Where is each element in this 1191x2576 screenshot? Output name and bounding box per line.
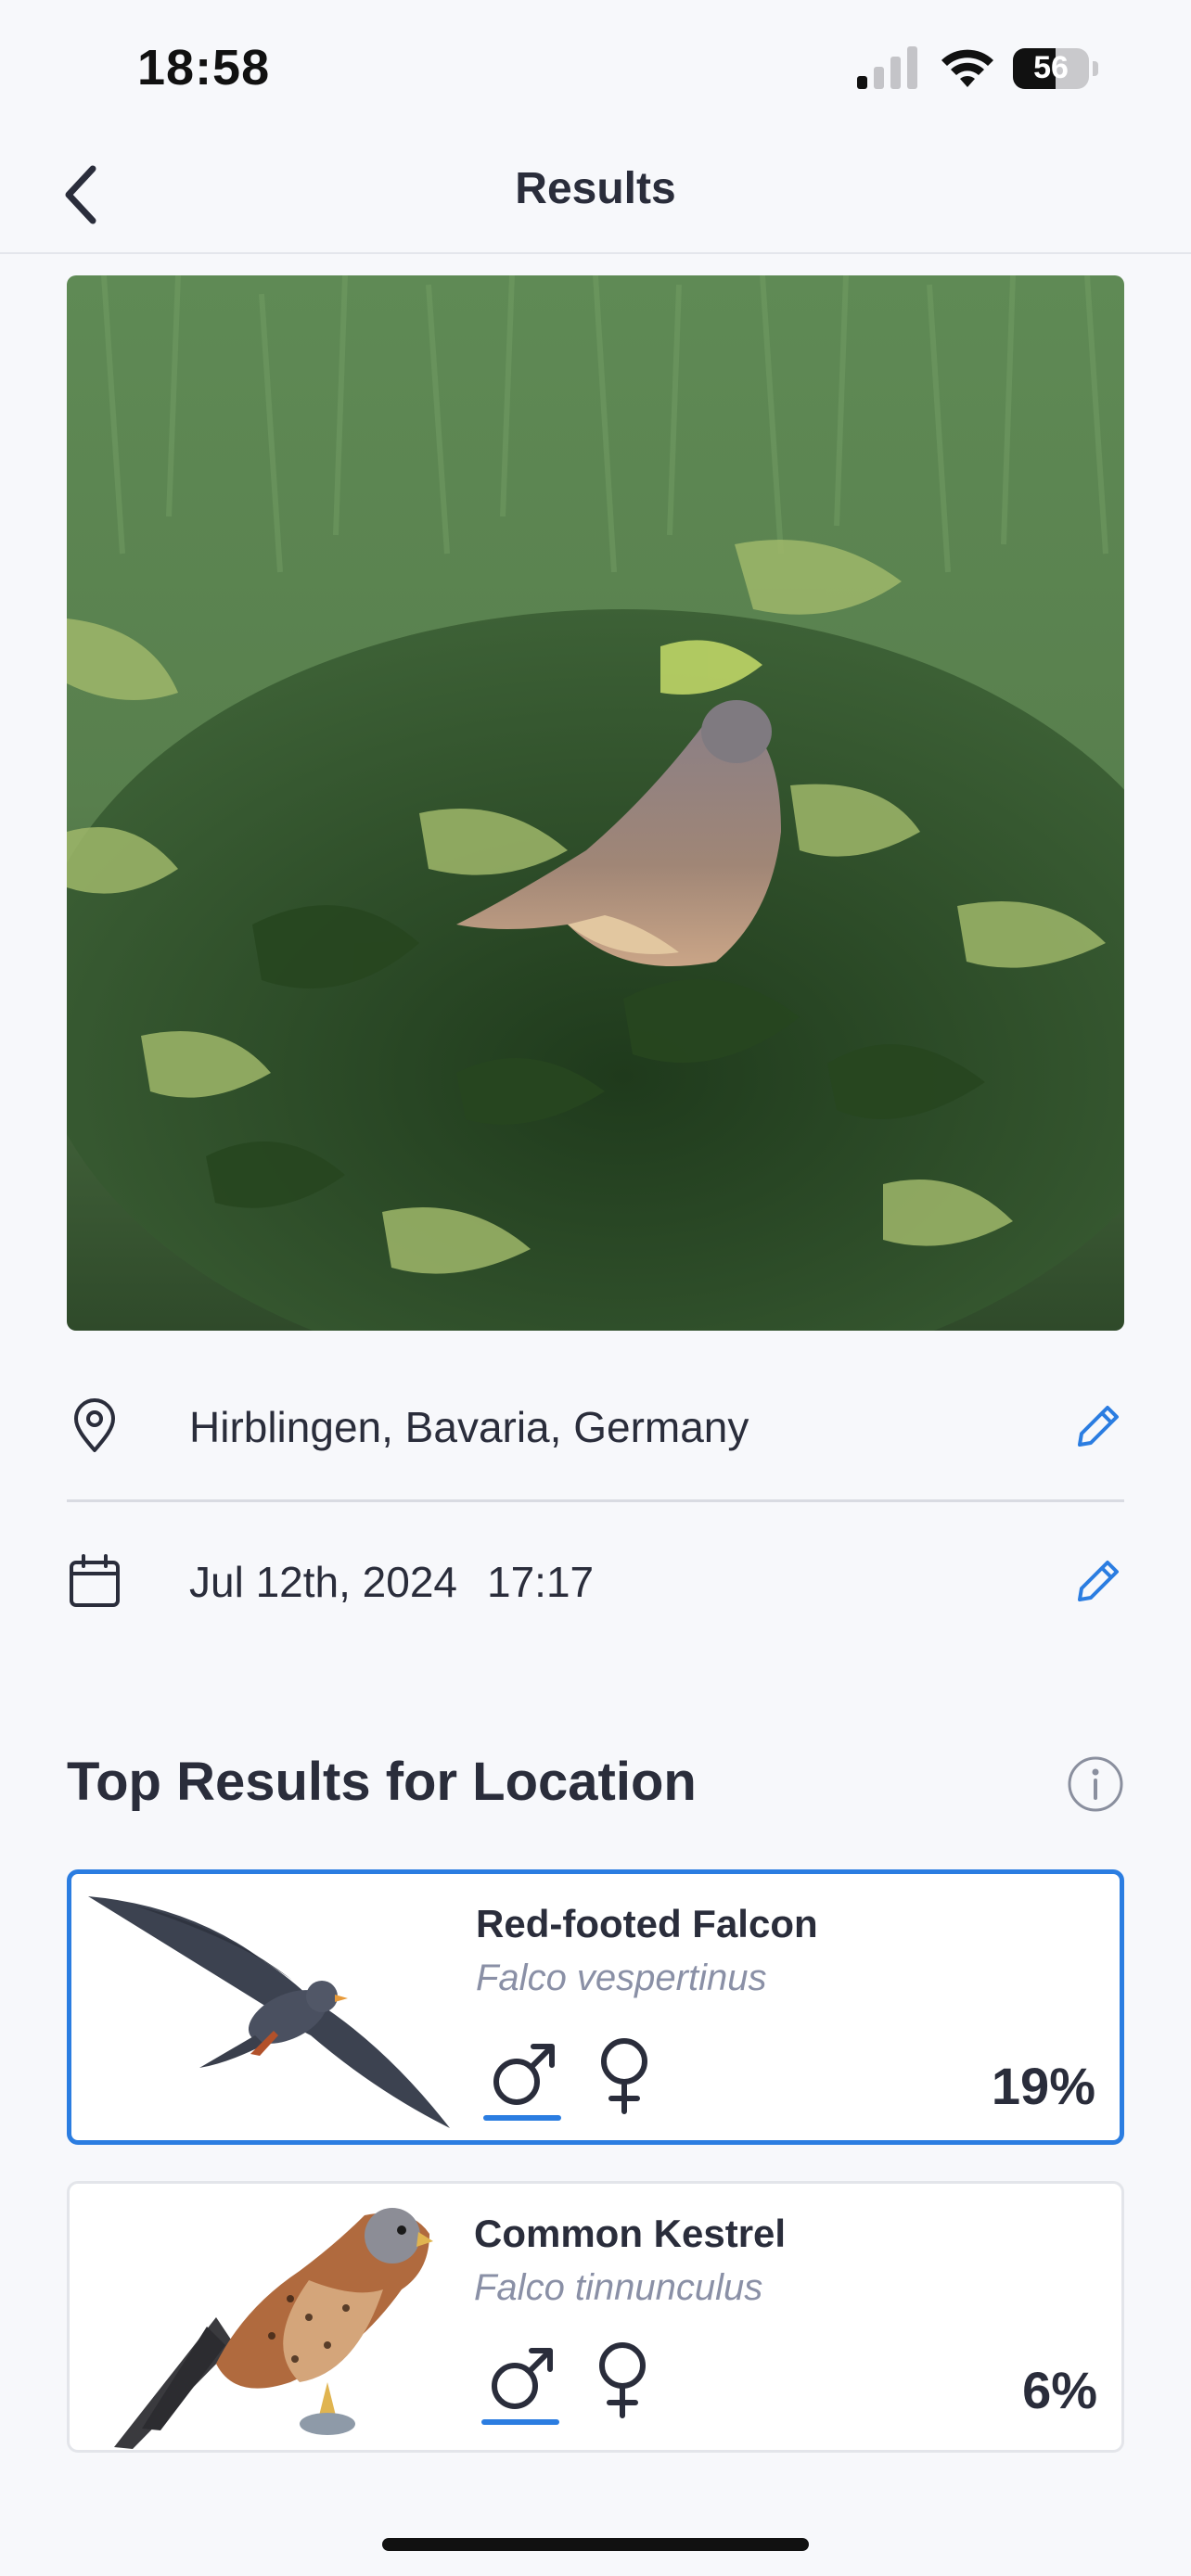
female-symbol-icon[interactable]: [587, 2034, 661, 2117]
scientific-name: Falco vespertinus: [476, 1958, 767, 1998]
status-time: 18:58: [137, 40, 271, 96]
selected-sex-underline: [483, 2115, 561, 2121]
cellular-signal-icon: [857, 46, 917, 89]
location-text: Hirblingen, Bavaria, Germany: [189, 1403, 749, 1451]
edit-date-pencil-icon[interactable]: [1072, 1555, 1124, 1607]
wifi-icon: [941, 49, 993, 87]
selected-sex-underline: [481, 2419, 559, 2425]
calendar-icon: [70, 1554, 120, 1607]
male-symbol-icon[interactable]: [487, 2034, 561, 2117]
date-time-text: Jul 12th, 2024 17:17: [189, 1557, 594, 1607]
match-percentage: 6%: [1022, 2361, 1097, 2419]
info-icon[interactable]: [1067, 1755, 1124, 1813]
observation-photo[interactable]: [67, 275, 1124, 1331]
home-indicator[interactable]: [382, 2538, 809, 2551]
status-bar: 18:58 56: [0, 0, 1191, 139]
common-kestrel-illustration: [114, 2208, 433, 2449]
result-card[interactable]: Red-footed Falcon Falco vespertinus 19%: [67, 1869, 1124, 2145]
match-percentage: 19%: [991, 2057, 1095, 2115]
male-symbol-icon[interactable]: [485, 2338, 559, 2421]
map-pin-icon: [74, 1398, 115, 1452]
red-footed-falcon-illustration: [88, 1896, 450, 2128]
time-value: 17:17: [487, 1558, 595, 1606]
page-title: Results: [515, 164, 676, 213]
species-name: Red-footed Falcon: [476, 1902, 818, 1945]
date-row[interactable]: Jul 12th, 2024 17:17: [67, 1525, 1124, 1637]
battery-icon: 56: [1013, 48, 1100, 89]
species-name: Common Kestrel: [474, 2212, 787, 2255]
divider: [67, 1499, 1124, 1502]
female-symbol-icon[interactable]: [585, 2338, 660, 2421]
date-value: Jul 12th, 2024: [189, 1558, 458, 1606]
bird-photo-image: [67, 275, 1124, 1331]
battery-level: 56: [1033, 50, 1069, 85]
section-title: Top Results for Location: [67, 1752, 697, 1812]
result-card[interactable]: Common Kestrel Falco tinnunculus 6%: [67, 2181, 1124, 2453]
location-row[interactable]: Hirblingen, Bavaria, Germany: [67, 1371, 1124, 1482]
nav-bar: Results: [0, 139, 1191, 254]
scientific-name: Falco tinnunculus: [474, 2267, 763, 2308]
edit-location-pencil-icon[interactable]: [1072, 1400, 1124, 1452]
